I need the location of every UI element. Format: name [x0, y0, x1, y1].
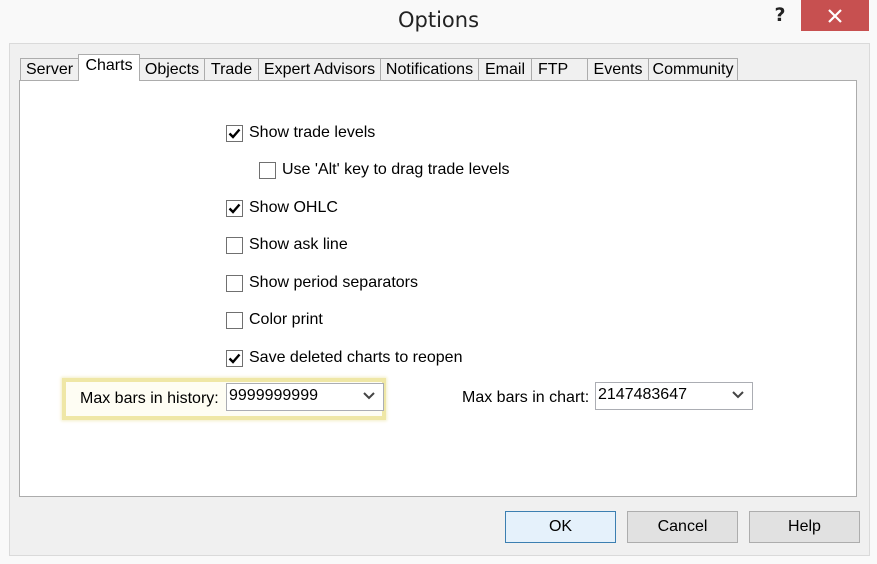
save-deleted-charts-label: Save deleted charts to reopen	[249, 349, 463, 366]
show-period-separators-checkbox[interactable]	[226, 274, 243, 292]
use-alt-key-checkbox[interactable]	[259, 161, 276, 179]
chevron-down-icon[interactable]	[363, 392, 375, 400]
max-bars-chart-label: Max bars in chart:	[462, 389, 590, 406]
show-trade-levels-checkbox[interactable]	[226, 124, 243, 142]
tab-events[interactable]: Events	[587, 58, 649, 80]
max-bars-history-value: 9999999999	[229, 387, 318, 404]
tab-trade[interactable]: Trade	[204, 58, 259, 80]
show-trade-levels-option[interactable]: Show trade levels	[226, 124, 375, 142]
show-ohlc-option[interactable]: Show OHLC	[226, 199, 338, 217]
help-button[interactable]: Help	[749, 511, 860, 543]
tab-server[interactable]: Server	[20, 58, 79, 80]
close-button[interactable]	[801, 0, 869, 31]
save-deleted-charts-option[interactable]: Save deleted charts to reopen	[226, 349, 462, 367]
show-ohlc-label: Show OHLC	[249, 199, 338, 216]
checkmark-icon	[228, 128, 241, 139]
tab-notifications[interactable]: Notifications	[380, 58, 479, 80]
cancel-button[interactable]: Cancel	[627, 511, 738, 543]
save-deleted-charts-checkbox[interactable]	[226, 349, 243, 367]
max-bars-history-label: Max bars in history:	[80, 390, 219, 407]
show-ask-line-label: Show ask line	[249, 236, 348, 253]
chevron-down-icon[interactable]	[732, 391, 744, 399]
show-trade-levels-label: Show trade levels	[249, 124, 376, 141]
use-alt-key-label: Use 'Alt' key to drag trade levels	[282, 161, 510, 178]
tab-objects[interactable]: Objects	[139, 58, 205, 80]
color-print-option[interactable]: Color print	[226, 311, 323, 329]
charts-tab-panel	[19, 80, 857, 497]
color-print-checkbox[interactable]	[226, 311, 243, 329]
ok-button[interactable]: OK	[505, 511, 616, 543]
dialog-title: Options	[397, 8, 480, 32]
show-ask-line-checkbox[interactable]	[226, 236, 243, 254]
color-print-label: Color print	[249, 311, 323, 328]
close-icon	[828, 8, 842, 23]
show-period-separators-label: Show period separators	[249, 274, 418, 291]
checkmark-icon	[228, 353, 241, 364]
use-alt-key-option[interactable]: Use 'Alt' key to drag trade levels	[259, 161, 510, 179]
show-period-separators-option[interactable]: Show period separators	[226, 274, 418, 292]
tab-email[interactable]: Email	[478, 58, 532, 80]
max-bars-chart-combo[interactable]: 2147483647	[595, 382, 753, 410]
tab-community[interactable]: Community	[648, 58, 738, 80]
show-ask-line-option[interactable]: Show ask line	[226, 236, 348, 254]
checkmark-icon	[228, 203, 241, 214]
tab-expert-advisors[interactable]: Expert Advisors	[258, 58, 381, 80]
help-question-button[interactable]: ?	[770, 3, 790, 27]
tab-ftp[interactable]: FTP	[531, 58, 588, 80]
show-ohlc-checkbox[interactable]	[226, 199, 243, 217]
tab-charts[interactable]: Charts	[78, 54, 140, 81]
max-bars-history-combo[interactable]: 9999999999	[226, 383, 384, 411]
max-bars-chart-value: 2147483647	[598, 386, 687, 403]
